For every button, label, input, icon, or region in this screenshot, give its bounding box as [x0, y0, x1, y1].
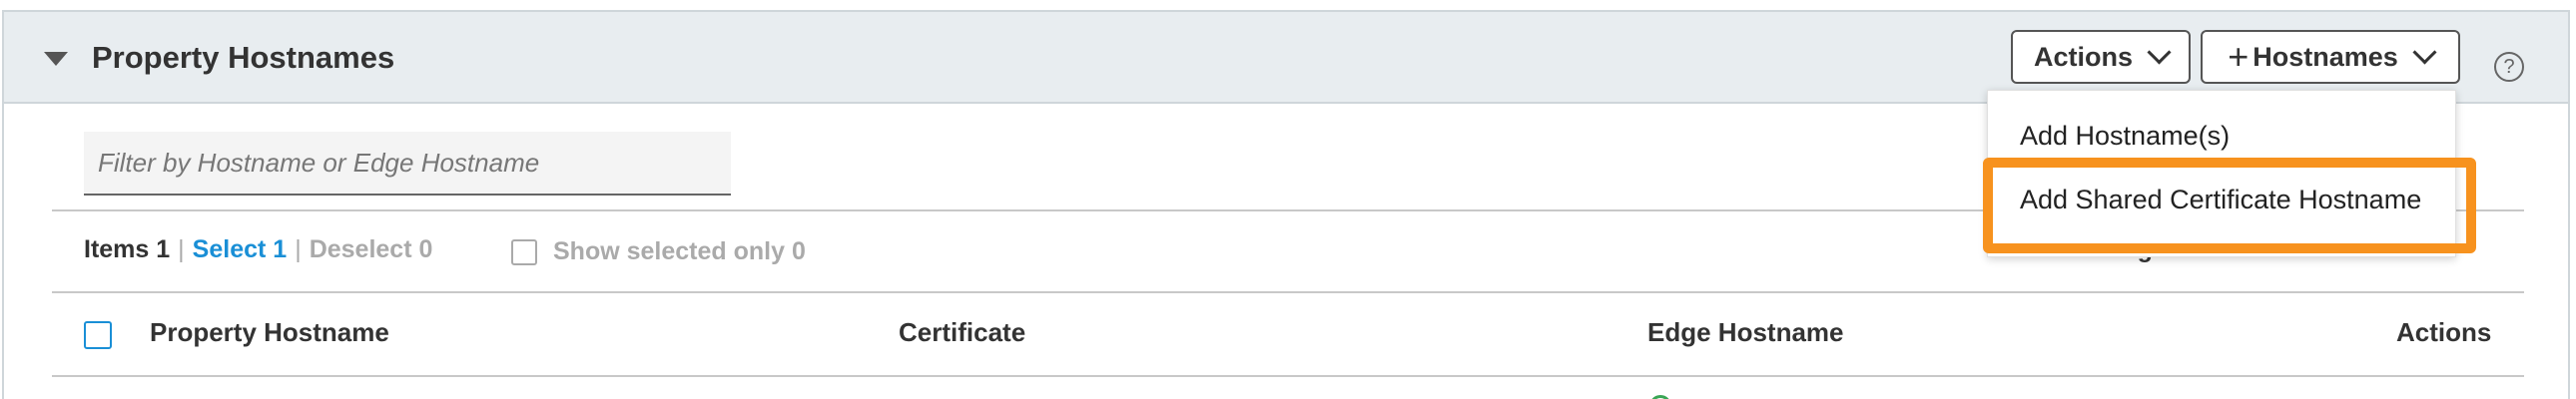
show-selected-toggle[interactable]: Show selected only 0 — [511, 237, 806, 266]
caret-down-icon[interactable] — [44, 52, 68, 66]
filter-box — [84, 132, 731, 196]
actions-button-label: Actions — [2033, 41, 2133, 72]
separator: | — [295, 235, 302, 263]
separator: | — [178, 235, 185, 263]
items-count: Items 1 — [84, 235, 171, 263]
hostnames-button[interactable]: + Hostnames — [2201, 30, 2460, 84]
show-selected-label: Show selected only 0 — [553, 237, 806, 265]
column-header-certificate[interactable]: Certificate — [899, 317, 1025, 348]
chevron-down-icon — [2147, 39, 2172, 65]
screenshot-frame: Property Hostnames Actions + Hostnames ?… — [0, 0, 2576, 399]
actions-button[interactable]: Actions — [2011, 30, 2191, 84]
help-circle-icon[interactable]: ? — [2494, 52, 2524, 82]
plus-icon: + — [2228, 36, 2250, 77]
column-header-edge-hostname[interactable]: Edge Hostname — [1647, 317, 1844, 348]
menu-item-add-shared-certificate-hostname[interactable]: Add Shared Certificate Hostname — [2020, 185, 2421, 215]
select-all-link[interactable]: Select 1 — [193, 235, 288, 264]
hostnames-dropdown-menu: Add Hostname(s) Add Shared Certificate H… — [1987, 90, 2456, 257]
selection-summary: Items 1 | Select 1 | Deselect 0 — [84, 235, 432, 264]
column-header-actions: Actions — [2396, 317, 2492, 347]
filter-input[interactable] — [96, 146, 719, 180]
panel-title: Property Hostnames — [92, 40, 395, 75]
menu-item-add-hostnames[interactable]: Add Hostname(s) — [2020, 121, 2230, 152]
chevron-down-icon — [2412, 39, 2437, 65]
show-selected-checkbox[interactable] — [511, 238, 537, 265]
divider — [52, 375, 2524, 377]
deselect-all-link[interactable]: Deselect 0 — [310, 235, 433, 264]
column-header-property-hostname[interactable]: Property Hostname — [150, 317, 389, 348]
hostnames-button-label: Hostnames — [2253, 41, 2398, 72]
select-all-checkbox[interactable] — [84, 321, 112, 349]
divider — [52, 291, 2524, 293]
